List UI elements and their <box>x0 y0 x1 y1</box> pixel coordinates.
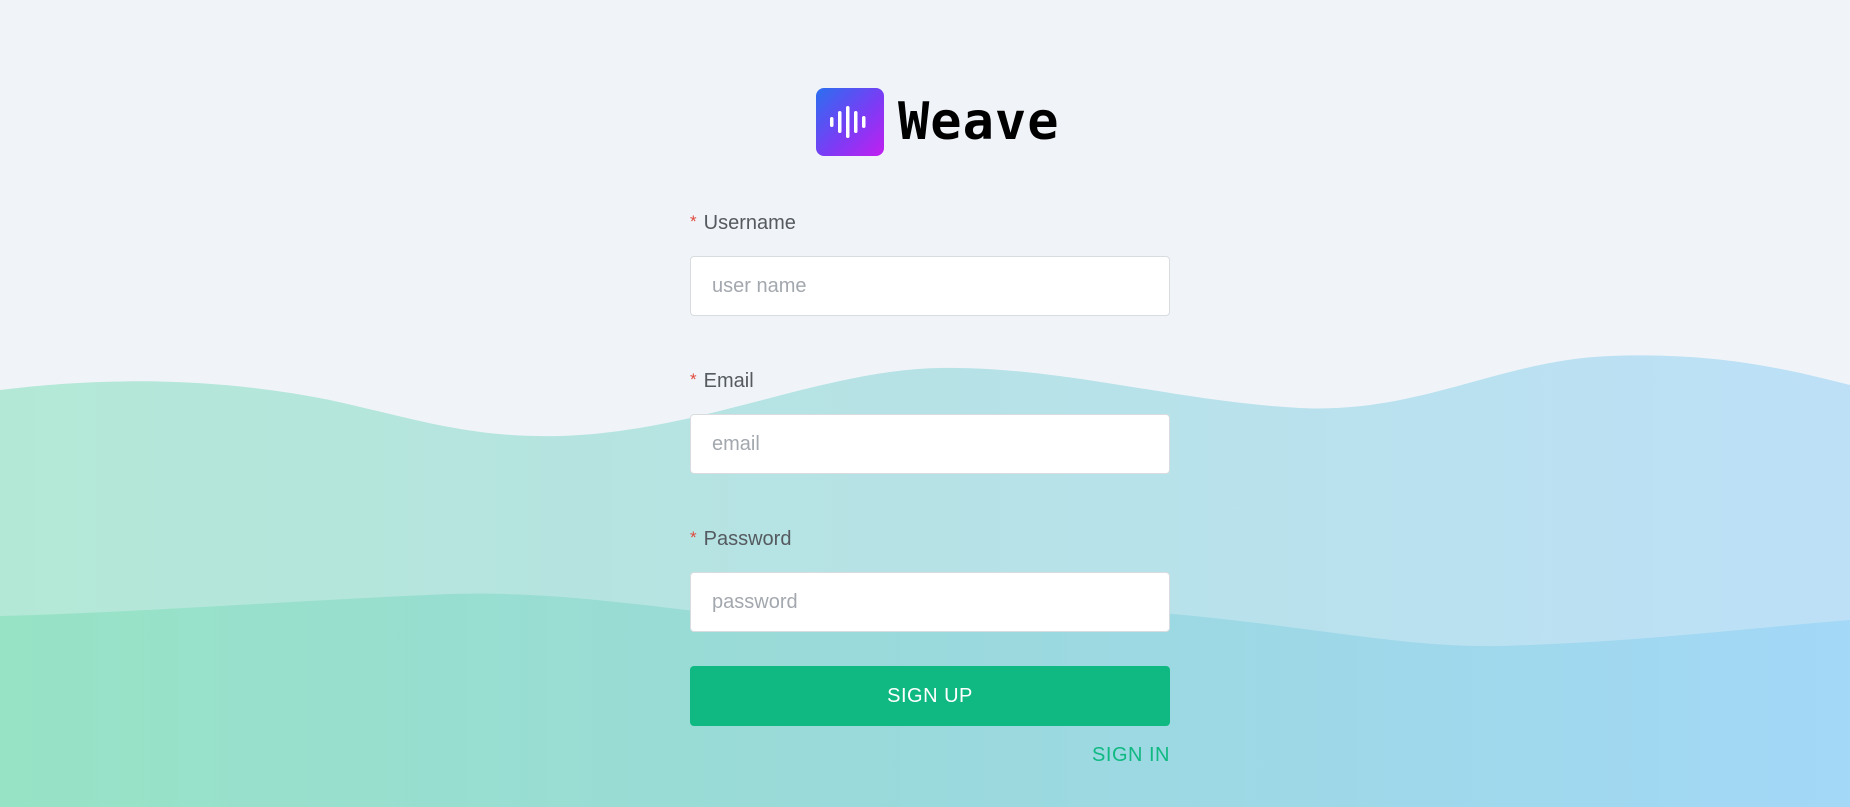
password-input[interactable] <box>690 572 1170 632</box>
username-label: * Username <box>690 206 1170 242</box>
email-label-text: Email <box>703 370 754 392</box>
username-label-text: Username <box>703 212 796 234</box>
content-layer: Weave * Username * Email * Password SIGN UP… <box>0 0 1850 807</box>
brand-header: Weave <box>816 88 1060 156</box>
sound-wave-glyph <box>830 106 866 138</box>
sign-in-link[interactable]: SIGN IN <box>1092 744 1170 766</box>
required-mark: * <box>690 212 697 231</box>
switch-row: SIGN IN <box>690 744 1170 767</box>
sign-up-button[interactable]: SIGN UP <box>690 666 1170 726</box>
signup-form: * Username * Email * Password SIGN UP SIGN … <box>690 206 1170 767</box>
required-mark: * <box>690 528 697 547</box>
app-name: Weave <box>898 92 1060 152</box>
password-label: * Password <box>690 522 1170 558</box>
sound-wave-icon <box>816 88 884 156</box>
email-input[interactable] <box>690 414 1170 474</box>
signup-page: Weave * Username * Email * Password SIGN UP… <box>0 0 1850 807</box>
password-label-text: Password <box>703 528 792 550</box>
required-mark: * <box>690 370 697 389</box>
email-label: * Email <box>690 364 1170 400</box>
username-input[interactable] <box>690 256 1170 316</box>
